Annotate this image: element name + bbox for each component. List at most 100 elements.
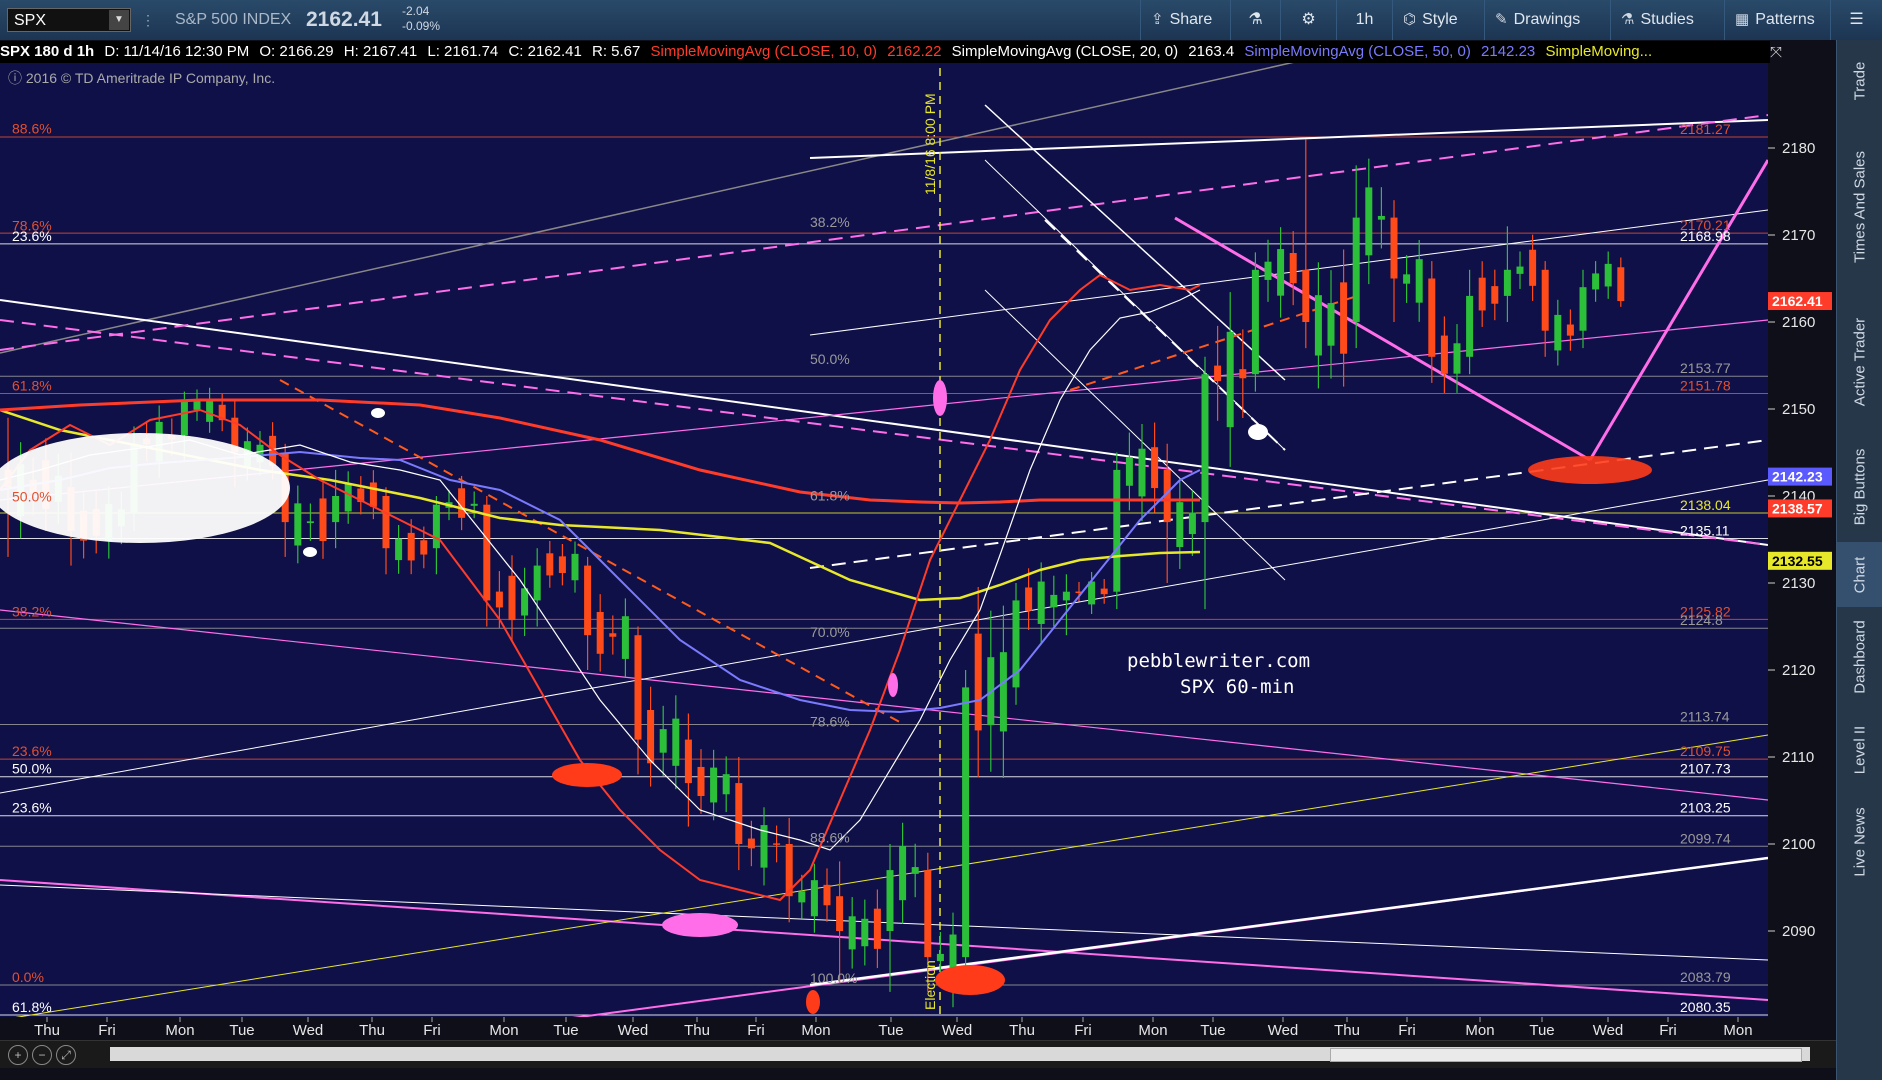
- candle-body: [886, 870, 894, 931]
- candle-body: [1516, 266, 1524, 274]
- collapse-icon[interactable]: ⤧: [1770, 44, 1782, 61]
- candle-body: [306, 521, 314, 524]
- candle-body: [584, 565, 592, 636]
- candle-body: [962, 687, 970, 958]
- tab-level-ii[interactable]: Level II: [1837, 707, 1882, 792]
- fib-right-label: 2099.74: [1680, 830, 1731, 846]
- candle-body: [1453, 343, 1461, 374]
- candle-body: [773, 843, 781, 845]
- bar-range: R: 5.67: [592, 43, 641, 60]
- candle-body: [1050, 594, 1058, 608]
- tab-times-and-sales[interactable]: Times And Sales: [1837, 122, 1882, 292]
- chart-info: SPX 180 d 1h: [0, 43, 95, 60]
- candle-body: [508, 575, 516, 621]
- candle-body: [861, 918, 869, 947]
- bar-date: D: 11/14/16 12:30 PM: [104, 43, 250, 60]
- candle-body: [1062, 591, 1070, 601]
- sma20-label[interactable]: SimpleMovingAvg (CLOSE, 20, 0): [952, 43, 1179, 60]
- candle-body: [1554, 314, 1562, 351]
- sma10-label[interactable]: SimpleMovingAvg (CLOSE, 10, 0): [651, 43, 878, 60]
- plot-area: [0, 63, 1768, 1017]
- marker-white-dot: [303, 547, 317, 557]
- highlight-red-target: [1528, 456, 1652, 484]
- candle-body: [823, 884, 831, 906]
- scrollbar-thumb[interactable]: [1330, 1048, 1802, 1062]
- candle-body: [432, 504, 440, 549]
- y-tick-label: 2090: [1782, 923, 1815, 940]
- x-tick-label: Mon: [1465, 1022, 1494, 1039]
- sma-more-label[interactable]: SimpleMoving...: [1545, 43, 1652, 60]
- zoom-out-icon[interactable]: −: [32, 1045, 52, 1065]
- price-tag-label: 2162.41: [1772, 293, 1823, 309]
- candle-body: [1428, 278, 1436, 357]
- candle-body: [1491, 286, 1499, 304]
- tab-chart[interactable]: Chart: [1837, 542, 1882, 607]
- candle-body: [1327, 303, 1335, 346]
- y-tick-label: 2130: [1782, 575, 1815, 592]
- highlight-magenta-dot: [888, 673, 898, 697]
- fib-right-label: 2138.04: [1680, 497, 1731, 513]
- marker-white-dot: [371, 408, 385, 418]
- menu-button[interactable]: ☰: [1830, 0, 1882, 40]
- y-tick-label: 2170: [1782, 227, 1815, 244]
- candle-body: [1277, 249, 1285, 296]
- fib-left-label: 0.0%: [12, 969, 44, 985]
- fib-right-label: 2153.77: [1680, 360, 1731, 376]
- zoom-in-icon[interactable]: +: [8, 1045, 28, 1065]
- bar-close: C: 2162.41: [508, 43, 582, 60]
- candle-body: [180, 400, 188, 436]
- watermark-site: pebblewriter.com: [1127, 650, 1311, 672]
- candle-body: [647, 709, 655, 764]
- candle-body: [798, 891, 806, 903]
- x-tick-label: Mon: [489, 1022, 518, 1039]
- y-tick-label: 2180: [1782, 140, 1815, 157]
- x-tick-label: Wed: [1268, 1022, 1299, 1039]
- x-tick-label: Wed: [942, 1022, 973, 1039]
- candle-body: [1289, 252, 1297, 284]
- fib-left-label: 61.8%: [12, 378, 52, 394]
- candle-body: [1176, 502, 1184, 548]
- candle-body: [1403, 274, 1411, 284]
- candle-body: [1592, 273, 1600, 290]
- sma50-label[interactable]: SimpleMovingAvg (CLOSE, 50, 0): [1244, 43, 1471, 60]
- candle-body: [697, 766, 705, 797]
- tab-active-trader[interactable]: Active Trader: [1837, 292, 1882, 432]
- candle-body: [369, 482, 377, 507]
- tab-live-news[interactable]: Live News: [1837, 792, 1882, 892]
- x-tick-label: Fri: [1398, 1022, 1416, 1039]
- candle-body: [974, 633, 982, 731]
- candle-body: [684, 739, 692, 784]
- price-tag-label: 2138.57: [1772, 500, 1823, 516]
- candle-body: [344, 483, 352, 512]
- tab-dashboard[interactable]: Dashboard: [1837, 607, 1882, 707]
- x-tick-label: Tue: [229, 1022, 254, 1039]
- candle-body: [1579, 287, 1587, 331]
- x-tick-label: Fri: [1074, 1022, 1092, 1039]
- candle-body: [294, 503, 302, 546]
- fib-right-label: 2103.25: [1680, 800, 1731, 816]
- candle-body: [1377, 215, 1385, 220]
- candle-body: [558, 556, 566, 574]
- candle-body: [735, 783, 743, 844]
- y-tick-label: 2110: [1782, 749, 1814, 766]
- candle-body: [533, 565, 541, 601]
- watermark-chart: SPX 60-min: [1180, 676, 1295, 698]
- candle-body: [899, 846, 907, 901]
- tab-big-buttons[interactable]: Big Buttons: [1837, 432, 1882, 542]
- fib-right-label: 2168.98: [1680, 228, 1731, 244]
- candle-body: [546, 553, 554, 576]
- tab-trade[interactable]: Trade: [1837, 40, 1882, 122]
- candle-body: [1100, 588, 1108, 595]
- highlight-magenta-ellipse: [662, 913, 738, 937]
- x-tick-label: Mon: [1138, 1022, 1167, 1039]
- candle-body: [609, 633, 617, 637]
- candle-body: [319, 498, 327, 542]
- candle-body: [1239, 369, 1247, 379]
- candle-body: [634, 635, 642, 740]
- fib-right-label: 2080.35: [1680, 999, 1731, 1015]
- fib-left-label: 88.6%: [12, 121, 52, 137]
- zoom-fit-icon[interactable]: ⤢: [56, 1045, 76, 1065]
- price-chart[interactable]: 2090210021102120213021402150216021702180…: [0, 0, 1835, 1040]
- highlight-red-ellipse-election: [935, 965, 1005, 995]
- highlight-white-dot: [1248, 424, 1268, 440]
